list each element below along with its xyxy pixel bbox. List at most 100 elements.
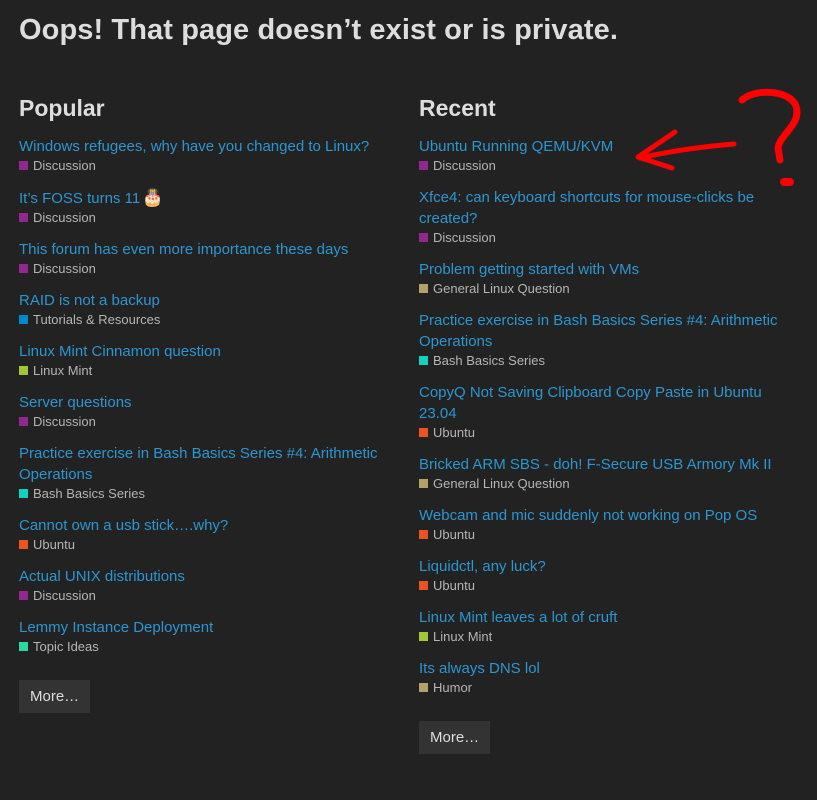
category-name: Ubuntu — [33, 537, 75, 552]
topic-item: Server questions Discussion — [19, 392, 394, 430]
topic-link[interactable]: Actual UNIX distributions — [19, 566, 394, 587]
category-badge[interactable]: Discussion — [19, 260, 394, 277]
category-badge[interactable]: Discussion — [19, 587, 394, 604]
topic-item: CopyQ Not Saving Clipboard Copy Paste in… — [419, 382, 794, 441]
category-color-swatch — [419, 683, 428, 692]
category-badge[interactable]: Ubuntu — [19, 536, 394, 553]
category-color-swatch — [419, 161, 428, 170]
topic-item: Actual UNIX distributions Discussion — [19, 566, 394, 604]
topic-link[interactable]: Linux Mint leaves a lot of cruft — [419, 607, 794, 628]
topic-item: It’s FOSS turns 11 🎂 Discussion — [19, 187, 394, 226]
category-badge[interactable]: Discussion — [419, 229, 794, 246]
topic-title: It’s FOSS turns 11 — [19, 190, 141, 207]
topic-title: Liquidctl, any luck? — [419, 558, 546, 575]
category-badge[interactable]: Linux Mint — [419, 628, 794, 645]
topic-title: Windows refugees, why have you changed t… — [19, 138, 370, 155]
category-badge[interactable]: Discussion — [19, 157, 394, 174]
topic-link[interactable]: RAID is not a backup — [19, 290, 394, 311]
topic-link[interactable]: Liquidctl, any luck? — [419, 556, 794, 577]
topic-link[interactable]: Webcam and mic suddenly not working on P… — [419, 505, 794, 526]
category-color-swatch — [419, 356, 428, 365]
category-badge[interactable]: Discussion — [19, 413, 394, 430]
topic-item: Windows refugees, why have you changed t… — [19, 136, 394, 174]
recent-more-button[interactable]: More… — [419, 721, 491, 754]
category-name: Ubuntu — [433, 425, 475, 440]
category-badge[interactable]: Discussion — [19, 209, 394, 226]
popular-heading: Popular — [19, 95, 105, 121]
topic-item: RAID is not a backup Tutorials & Resource… — [19, 290, 394, 328]
topic-title: This forum has even more importance thes… — [19, 241, 349, 258]
category-name: Tutorials & Resources — [33, 312, 161, 327]
recent-topic-list: Ubuntu Running QEMU/KVM Discussion Xfce4: … — [419, 136, 794, 696]
category-name: Ubuntu — [433, 578, 475, 593]
category-name: Ubuntu — [433, 527, 475, 542]
topic-title: Webcam and mic suddenly not working on P… — [419, 507, 758, 524]
topic-title: RAID is not a backup — [19, 292, 160, 309]
category-color-swatch — [19, 417, 28, 426]
category-badge[interactable]: Linux Mint — [19, 362, 394, 379]
category-badge[interactable]: Bash Basics Series — [19, 485, 394, 502]
topic-item: Liquidctl, any luck? Ubuntu — [419, 556, 794, 594]
topic-link[interactable]: CopyQ Not Saving Clipboard Copy Paste in… — [419, 382, 794, 424]
topic-link[interactable]: Bricked ARM SBS - doh! F-Secure USB Armo… — [419, 454, 794, 475]
topic-link[interactable]: Practice exercise in Bash Basics Series … — [19, 443, 394, 485]
error-page: Oops! That page doesn’t exist or is priv… — [0, 0, 817, 800]
category-color-swatch — [19, 315, 28, 324]
category-color-swatch — [419, 233, 428, 242]
popular-topic-list: Windows refugees, why have you changed t… — [19, 136, 394, 655]
category-badge[interactable]: General Linux Question — [419, 475, 794, 492]
topic-title: Ubuntu Running QEMU/KVM — [419, 138, 614, 155]
popular-more-button[interactable]: More… — [19, 680, 91, 713]
category-color-swatch — [419, 632, 428, 641]
popular-column: Popular Windows refugees, why have you c… — [19, 94, 394, 713]
category-name: Linux Mint — [33, 363, 93, 378]
category-badge[interactable]: Bash Basics Series — [419, 352, 794, 369]
topic-link[interactable]: Problem getting started with VMs — [419, 259, 794, 280]
category-name: Discussion — [33, 210, 96, 225]
topic-title: CopyQ Not Saving Clipboard Copy Paste in… — [419, 384, 762, 422]
topic-item: Lemmy Instance Deployment Topic Ideas — [19, 617, 394, 655]
topic-link[interactable]: Linux Mint Cinnamon question — [19, 341, 394, 362]
category-color-swatch — [19, 366, 28, 375]
topic-link[interactable]: Lemmy Instance Deployment — [19, 617, 394, 638]
topic-title: Practice exercise in Bash Basics Series … — [419, 312, 778, 350]
topic-item: Cannot own a usb stick….why? Ubuntu — [19, 515, 394, 553]
category-name: Discussion — [33, 414, 96, 429]
category-color-swatch — [419, 428, 428, 437]
topic-link[interactable]: Windows refugees, why have you changed t… — [19, 136, 394, 157]
category-badge[interactable]: Tutorials & Resources — [19, 311, 394, 328]
topic-item: Linux Mint Cinnamon question Linux Mint — [19, 341, 394, 379]
category-color-swatch — [419, 530, 428, 539]
category-badge[interactable]: Ubuntu — [419, 577, 794, 594]
topic-item: This forum has even more importance thes… — [19, 239, 394, 277]
category-badge[interactable]: Ubuntu — [419, 526, 794, 543]
category-color-swatch — [419, 581, 428, 590]
topic-link[interactable]: Cannot own a usb stick….why? — [19, 515, 394, 536]
topic-link[interactable]: Its always DNS lol — [419, 658, 794, 679]
topic-title: Its always DNS lol — [419, 660, 540, 677]
category-name: Discussion — [33, 158, 96, 173]
category-name: Bash Basics Series — [433, 353, 545, 368]
category-name: General Linux Question — [433, 476, 570, 491]
topic-item: Linux Mint leaves a lot of cruft Linux Mi… — [419, 607, 794, 645]
category-badge[interactable]: Ubuntu — [419, 424, 794, 441]
topic-item: Problem getting started with VMs General … — [419, 259, 794, 297]
category-color-swatch — [19, 642, 28, 651]
category-name: Discussion — [33, 588, 96, 603]
category-color-swatch — [19, 540, 28, 549]
topic-link[interactable]: Server questions — [19, 392, 394, 413]
category-name: Linux Mint — [433, 629, 493, 644]
topic-link[interactable]: Practice exercise in Bash Basics Series … — [419, 310, 794, 352]
category-badge[interactable]: General Linux Question — [419, 280, 794, 297]
category-badge[interactable]: Humor — [419, 679, 794, 696]
topic-title: Linux Mint Cinnamon question — [19, 343, 221, 360]
topic-title: Practice exercise in Bash Basics Series … — [19, 445, 378, 483]
category-name: Humor — [433, 680, 473, 695]
category-color-swatch — [19, 591, 28, 600]
topic-link[interactable]: It’s FOSS turns 11 🎂 — [19, 187, 394, 209]
category-name: Discussion — [33, 261, 96, 276]
question-arrow-annotation-icon — [635, 88, 801, 186]
category-badge[interactable]: Topic Ideas — [19, 638, 394, 655]
category-name: Bash Basics Series — [33, 486, 145, 501]
topic-link[interactable]: This forum has even more importance thes… — [19, 239, 394, 260]
